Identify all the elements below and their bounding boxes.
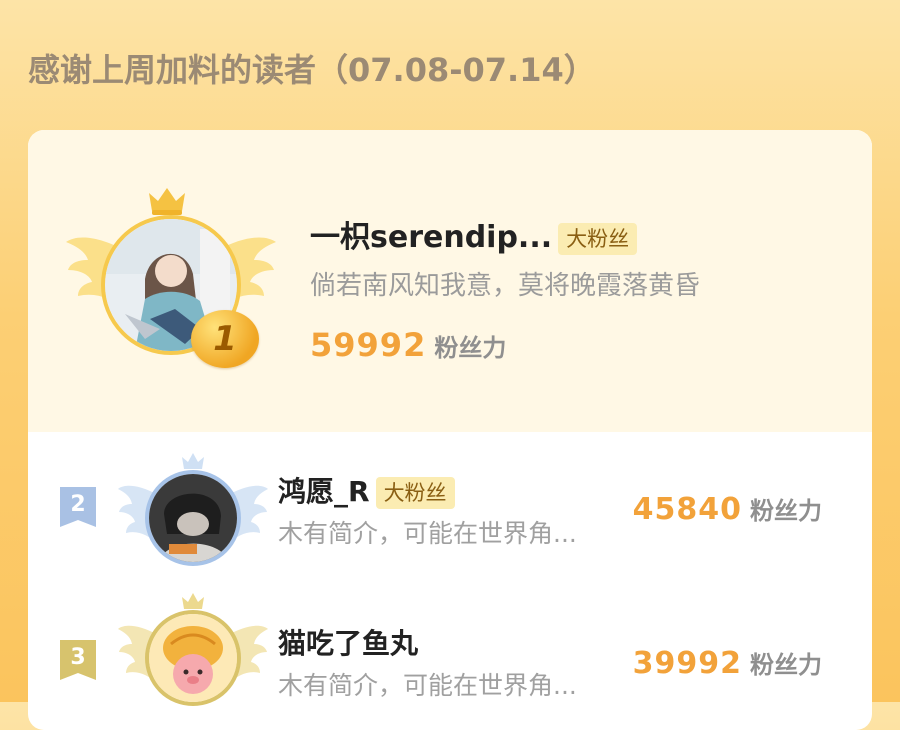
rank-2-name-line: 鸿愿_R 大粉丝	[278, 472, 455, 512]
user-name[interactable]: 鸿愿_R	[278, 475, 370, 508]
page-title: 感谢上周加料的读者（07.08-07.14）	[28, 51, 596, 89]
user-bio: 木有简介，可能在世界角...	[278, 671, 577, 700]
leaderboard: 1 一枳serendip... 大粉丝 倘若南风知我意，莫将晚霞落黄昏 59992…	[28, 130, 872, 730]
score-value: 59992	[310, 326, 427, 364]
rank-2-row[interactable]: 2 鸿愿_R 大粉丝 木有简介，可能在世界角... 45840 粉丝力	[28, 442, 872, 592]
score-unit: 粉丝力	[434, 334, 507, 362]
avatar[interactable]	[145, 470, 241, 566]
rank-number: 2	[70, 492, 86, 517]
crown-icon	[182, 593, 204, 609]
user-name[interactable]: 一枳serendip...	[310, 220, 552, 255]
avatar[interactable]	[145, 610, 241, 706]
rank-3-flag: 3	[60, 640, 96, 680]
rank-1-card[interactable]: 1 一枳serendip... 大粉丝 倘若南风知我意，莫将晚霞落黄昏 59992…	[28, 130, 872, 432]
rank-3-row[interactable]: 3 猫吃了鱼丸 木有简介，可能在世界角... 39992 粉丝力	[28, 592, 872, 730]
crown-icon	[182, 453, 204, 469]
fan-power-score: 45840 粉丝力	[633, 490, 822, 530]
rank-1-name-line: 一枳serendip... 大粉丝	[310, 218, 638, 258]
score-unit: 粉丝力	[750, 651, 822, 679]
rank-1-medal: 1	[191, 310, 259, 368]
score-unit: 粉丝力	[750, 497, 822, 525]
rank-number: 3	[70, 645, 86, 670]
fan-power-score: 39992 粉丝力	[633, 644, 822, 684]
score-value: 45840	[632, 492, 742, 527]
fan-power-score: 59992 粉丝力	[310, 325, 506, 365]
score-value: 39992	[632, 646, 742, 681]
fan-badge: 大粉丝	[375, 477, 455, 509]
crown-icon	[149, 188, 185, 215]
user-name[interactable]: 猫吃了鱼丸	[278, 624, 418, 664]
user-bio: 木有简介，可能在世界角...	[278, 519, 577, 548]
fan-badge: 大粉丝	[558, 222, 638, 255]
rank-2-avatar-frame	[118, 452, 268, 582]
rank-3-avatar-frame	[118, 592, 268, 722]
rank-2-flag: 2	[60, 487, 96, 527]
rank-1-avatar-frame: 1	[66, 185, 276, 370]
user-bio: 倘若南风知我意，莫将晚霞落黄昏	[310, 271, 701, 301]
